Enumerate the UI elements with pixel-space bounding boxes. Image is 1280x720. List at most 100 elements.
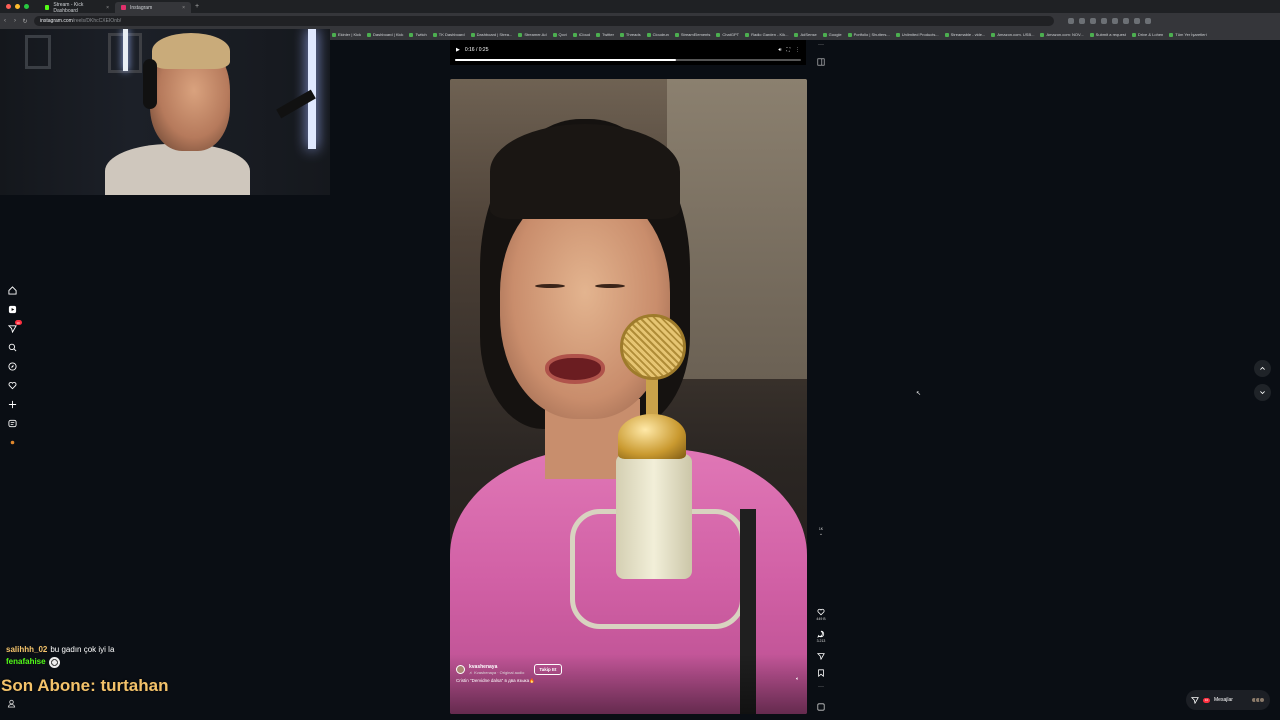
play-icon[interactable]: ▶ (456, 47, 460, 53)
bookmark-item[interactable]: Ekinler | Kick (332, 32, 361, 37)
extension-icon[interactable] (1079, 18, 1085, 24)
user-icon[interactable] (7, 699, 16, 708)
singer-bangs (490, 124, 680, 219)
bookmark-item[interactable]: Twitter (596, 32, 614, 37)
bookmark-favicon-icon (518, 32, 523, 37)
more-options-button[interactable]: ··· (813, 684, 829, 690)
bookmark-item[interactable]: Streamer.Ad (518, 32, 547, 37)
comment-button[interactable]: 3.213 (813, 630, 829, 643)
bookmark-label: Google (828, 32, 842, 37)
bookmark-item[interactable]: Qovi (552, 32, 567, 37)
kick-favicon-icon (45, 5, 50, 10)
profile-avatar-icon[interactable] (1145, 18, 1151, 24)
address-bar[interactable]: instagram.com/reels/DKhcCXEIOnb/ (34, 16, 1054, 26)
bookmark-item[interactable]: Cloudrun (646, 32, 669, 37)
forward-icon[interactable]: › (10, 18, 20, 24)
bookmark-item[interactable]: Streamable - vide... (944, 32, 985, 37)
close-tab-icon[interactable]: × (106, 5, 109, 11)
reel-chevron-down-icon[interactable]: ⌄ (819, 531, 823, 537)
explore-icon[interactable] (7, 361, 18, 372)
follow-button[interactable]: Takip Et (534, 664, 562, 675)
bookmark-label: Dashboard | Strea... (476, 32, 513, 37)
minimize-window-button[interactable] (15, 4, 20, 9)
bookmark-item[interactable]: Twitch (409, 32, 427, 37)
mute-icon[interactable]: 🔈︎ (796, 676, 799, 682)
player-progress-bar[interactable] (455, 59, 801, 61)
more-options-icon[interactable]: ⋮ (795, 47, 800, 53)
fullscreen-icon[interactable]: ⛶ (786, 47, 790, 53)
bookmark-item[interactable]: Dashboard | Kick (367, 32, 403, 37)
extension-icon[interactable] (1101, 18, 1107, 24)
extension-icon[interactable] (1090, 18, 1096, 24)
bookmark-item[interactable]: Amazon.com. USB... (991, 32, 1034, 37)
new-tab-icon[interactable]: + (195, 3, 199, 10)
extension-icon[interactable] (1068, 18, 1074, 24)
bookmark-item[interactable]: TK Dashboard (432, 32, 465, 37)
bookmark-item[interactable]: Dashboard | Strea... (470, 32, 513, 37)
bookmark-item[interactable]: Drive & Lohen (1131, 32, 1163, 37)
next-reel-button[interactable] (1254, 384, 1271, 401)
bookmark-item[interactable]: Submit a request (1089, 32, 1126, 37)
bookmark-item[interactable]: ChatGPT (716, 32, 739, 37)
bookmark-item[interactable]: StreamElements (674, 32, 710, 37)
previous-reel-button[interactable] (1254, 360, 1271, 377)
more-icon[interactable]: ··· (813, 42, 829, 48)
bookmark-item[interactable]: Tüm Yer İşaretleri (1169, 32, 1207, 37)
close-tab-icon[interactable]: × (182, 5, 185, 11)
extension-icon[interactable] (1134, 18, 1140, 24)
bookmark-favicon-icon (794, 32, 799, 37)
close-window-button[interactable] (6, 4, 11, 9)
mic-grille (620, 314, 686, 380)
reload-icon[interactable]: ↻ (20, 18, 30, 25)
comment-count: 3.213 (816, 639, 826, 643)
heart-icon[interactable] (7, 380, 18, 391)
direct-icon[interactable]: 10 (7, 320, 22, 334)
tab-kick-dashboard[interactable]: Stream - Kick Dashboard × (39, 2, 115, 14)
bookmark-label: Portfolio | Shutters... (853, 32, 890, 37)
mic-gold-ball (618, 414, 686, 459)
bookmark-item[interactable]: AdSense (794, 32, 817, 37)
bookmark-favicon-icon (1040, 32, 1045, 37)
bookmark-item[interactable]: iCloud (572, 32, 590, 37)
bookmark-label: TK Dashboard (438, 32, 465, 37)
reel-video[interactable]: kvashenaya ♬ Kvashenaya · Original audio… (450, 79, 807, 714)
bookmark-item[interactable]: Portfolio | Shutters... (847, 32, 890, 37)
like-button[interactable]: 449 B (813, 608, 829, 621)
search-icon[interactable] (7, 342, 18, 353)
tab-instagram[interactable]: Instagram × (115, 2, 191, 13)
bookmark-label: Cloudrun (652, 32, 669, 37)
maximize-window-button[interactable] (24, 4, 29, 9)
sidebar-toggle-icon[interactable] (813, 58, 829, 66)
bookmark-item[interactable]: Threads (619, 32, 641, 37)
light-strip (308, 29, 316, 149)
bookmark-item[interactable]: Radio Garden - Kik... (745, 32, 788, 37)
bookmark-item[interactable]: Unlimited Products... (895, 32, 939, 37)
chat-username: salihhh_02 (6, 645, 48, 654)
light-strip (123, 29, 128, 71)
tab-label: Instagram (130, 4, 153, 11)
reel-caption: Cristin "Dervidne dalsa" в два языка🔥 (456, 678, 535, 683)
author-avatar[interactable] (456, 665, 465, 674)
chat-username: fenafahise (6, 657, 46, 666)
bookmark-label: Radio Garden - Kik... (751, 32, 789, 37)
extension-icon[interactable] (1112, 18, 1118, 24)
save-button[interactable] (813, 669, 829, 677)
reel-counter[interactable]: 1K ⌄ (813, 526, 829, 537)
audio-thumbnail[interactable] (813, 703, 829, 711)
bookmark-favicon-icon (552, 32, 557, 37)
stream-chat: salihhh_02 bu gadın çok iyi la fenafahis… (0, 644, 330, 668)
messages-button[interactable]: 10 Mesajlar (1186, 690, 1270, 710)
threads-icon[interactable] (7, 418, 18, 429)
create-icon[interactable] (7, 399, 18, 410)
profile-icon[interactable] (7, 437, 18, 448)
bookmark-item[interactable]: Google (822, 32, 842, 37)
reels-icon[interactable] (7, 304, 18, 315)
share-button[interactable] (813, 652, 829, 660)
home-icon[interactable] (7, 285, 18, 296)
player-progress-fill (455, 59, 677, 61)
extension-icon[interactable] (1123, 18, 1129, 24)
back-icon[interactable]: ‹ (0, 18, 10, 24)
audio-label[interactable]: ♬ Kvashenaya · Original audio (469, 670, 524, 675)
volume-icon[interactable]: 🔊︎ (778, 47, 781, 53)
bookmark-item[interactable]: Amazon.com: NOV... (1040, 32, 1084, 37)
